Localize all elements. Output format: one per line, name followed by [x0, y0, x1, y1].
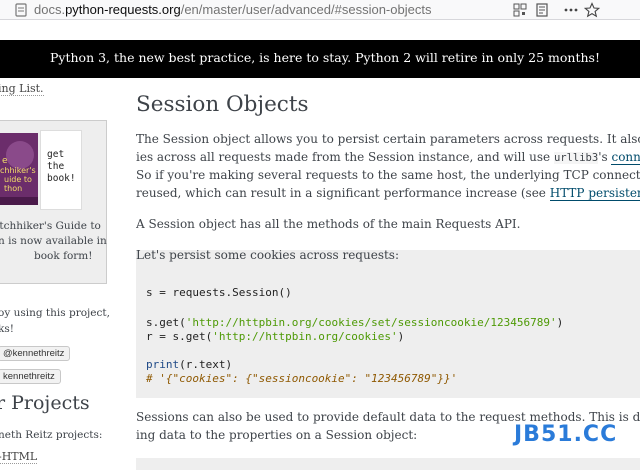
code-line-1: s = requests.Session(): [146, 286, 292, 299]
intro-line-3: So if you're making several requests to …: [136, 168, 640, 182]
svg-text:thon: thon: [4, 184, 22, 193]
code-line-3-a: r = s.get(: [146, 330, 213, 343]
intro-line-2: ies across all requests made from the Se…: [136, 148, 640, 167]
intro-line-2-suffix: 's: [598, 150, 612, 164]
follow-button-label: @kennethreitz: [3, 348, 65, 359]
code-block-2: [136, 458, 640, 470]
svg-text:e: e: [2, 156, 8, 166]
browser-url-bar[interactable]: docs.python-requests.org/en/master/user/…: [0, 0, 640, 20]
reader-view-icon[interactable]: [534, 2, 550, 18]
urllib3-code: urllib3: [553, 152, 599, 164]
banner-text: Python 3, the new best practice, is here…: [50, 50, 600, 65]
get-the-book-link[interactable]: get the book!: [40, 130, 82, 210]
code-line-5: # '{"cookies": {"sessioncookie": "123456…: [146, 372, 457, 385]
code-line-3: r = s.get('http://httpbin.org/cookies'): [146, 330, 404, 343]
enjoy-line-2: ks!: [0, 323, 14, 335]
code-line-2-a: s.get(: [146, 316, 186, 329]
code-line-3-b: ): [397, 330, 405, 343]
code-line-3-string: 'http://httpbin.org/cookies': [212, 330, 398, 343]
page-info-icon[interactable]: [14, 3, 28, 17]
get-book-line-1: get: [47, 149, 65, 160]
intro-line-1: The Session object allows you to persist…: [136, 132, 640, 146]
book-promo-line-3: book form!: [34, 250, 93, 262]
intro-line-2-text: ies across all requests made from the Se…: [136, 150, 554, 164]
twitter-link-button[interactable]: kennethreitz: [0, 369, 61, 384]
connection-pooling-link[interactable]: connection p: [611, 150, 640, 165]
http-persistent-connection-link[interactable]: HTTP persistent conne: [549, 186, 640, 201]
get-book-line-2: the: [47, 161, 65, 172]
more-options-icon[interactable]: [563, 2, 579, 18]
code-line-2-string: 'http://httpbin.org/cookies/set/sessionc…: [185, 316, 557, 329]
defaults-line-2: ing data to the properties on a Session …: [136, 428, 418, 442]
twitter-link-label: kennethreitz: [3, 371, 55, 382]
watermark-logo: JB51.CC: [514, 422, 618, 447]
code-line-4: print(r.text): [146, 358, 232, 371]
other-projects-heading: r Projects: [0, 392, 90, 414]
book-promo-line-2: n is now available in: [0, 235, 107, 247]
url-prefix: docs.: [34, 2, 66, 17]
code-block: s = requests.Session() s.get('http://htt…: [136, 276, 640, 398]
code-line-2-b: ): [556, 316, 564, 329]
intro-line-4: reused, which can result in a significan…: [136, 184, 640, 202]
methods-paragraph: A Session object has all the methods of …: [136, 217, 521, 231]
qr-code-icon[interactable]: [512, 2, 528, 18]
mailing-list-link[interactable]: ing List.: [0, 82, 44, 96]
page-title: Session Objects: [136, 92, 309, 117]
book-cover-image[interactable]: e chhiker's uide to thon: [0, 133, 38, 205]
intro-line-4-text: reused, which can result in a significan…: [136, 186, 550, 200]
follow-button[interactable]: @kennethreitz: [0, 346, 71, 361]
other-projects-text: neth Reitz projects:: [0, 429, 103, 441]
code-line-2: s.get('http://httpbin.org/cookies/set/se…: [146, 316, 563, 329]
code-line-4-b: (r.text): [179, 358, 233, 371]
get-book-line-3: book!: [47, 173, 76, 184]
book-promo-line-1: itchhiker's Guide to: [0, 220, 101, 232]
url-path: /en/master/user/advanced/#session-object…: [180, 2, 432, 17]
svg-text:chhiker's: chhiker's: [0, 166, 36, 175]
sidebar: ing List. e chhiker's uide to thon get t…: [0, 78, 122, 470]
url-domain: python-requests.org: [65, 2, 181, 17]
announcement-banner: Python 3, the new best practice, is here…: [0, 40, 640, 78]
svg-text:uide to: uide to: [4, 175, 32, 184]
url-text[interactable]: docs.python-requests.org/en/master/user/…: [34, 2, 431, 17]
code-line-4-keyword: print: [146, 358, 180, 371]
main-content: Session Objects The Session object allow…: [136, 78, 640, 470]
book-cover-art: e chhiker's uide to thon: [0, 133, 38, 205]
persist-paragraph: Let's persist some cookies across reques…: [136, 248, 400, 262]
enjoy-line-1: oy using this project,: [0, 307, 110, 319]
bookmark-star-icon[interactable]: [584, 2, 600, 18]
code-line-5-comment: # '{"cookies": {"sessioncookie": "123456…: [146, 372, 458, 385]
project-link-1[interactable]: -HTML: [0, 450, 38, 464]
